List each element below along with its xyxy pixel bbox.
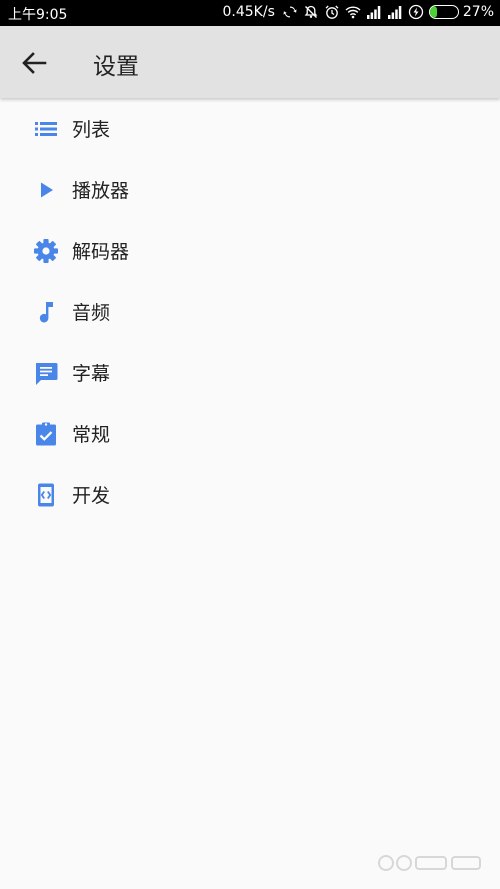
battery-icon [428,5,459,19]
menu-item-subtitles[interactable]: 字幕 [0,342,500,403]
status-bar: 上午9:05 0.45K/s 27% [0,0,500,26]
clipboard-check-icon [36,422,56,445]
alarm-off-icon [304,5,318,18]
status-right-group: 0.45K/s 27% [223,4,495,20]
menu-item-audio[interactable]: 音频 [0,281,500,342]
signal-icon [366,6,381,19]
sync-icon [283,6,297,18]
menu-item-player[interactable]: 播放器 [0,159,500,220]
menu-item-developer[interactable]: 开发 [0,464,500,525]
wifi-icon [345,6,361,19]
menu-item-general[interactable]: 常规 [0,403,500,464]
battery-indicator: 27% [428,4,494,20]
battery-percent: 27% [462,4,494,20]
signal-icon [387,6,402,19]
network-speed: 0.45K/s [222,4,275,20]
baidu-jingyan-watermark [378,855,481,871]
menu-item-label: 开发 [72,485,111,507]
menu-item-label: 解码器 [72,241,130,263]
menu-item-label: 常规 [72,424,111,446]
menu-item-decoder[interactable]: 解码器 [0,220,500,281]
menu-item-list[interactable]: 列表 [0,98,500,159]
settings-menu: 列表 播放器 解码器 音频 字幕 常规 开发 [0,98,500,525]
gear-icon [34,238,58,263]
chat-bubble-icon [36,362,58,385]
status-time: 上午9:05 [8,7,68,23]
menu-item-label: 音频 [72,302,111,324]
charging-icon [408,4,424,20]
alarm-icon [325,5,339,19]
list-icon [35,121,57,136]
back-arrow-icon[interactable] [18,47,50,79]
menu-item-label: 播放器 [72,180,130,202]
menu-item-label: 列表 [72,119,111,141]
developer-mode-icon [38,483,54,506]
page-title: 设置 [93,54,139,80]
play-icon [41,182,53,197]
app-toolbar: 设置 [0,26,500,98]
battery-fill [429,6,438,18]
music-note-icon [39,301,53,322]
menu-item-label: 字幕 [72,363,111,385]
